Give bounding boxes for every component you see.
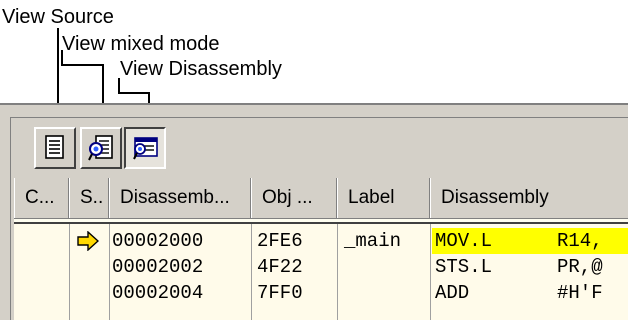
program-counter-arrow-icon	[77, 231, 99, 251]
column-divider	[69, 224, 70, 320]
row-object-code[interactable]: 2FE6	[257, 228, 303, 254]
row-mnemonic[interactable]: MOV.L	[435, 228, 492, 254]
view-mixed-mode-leader-bar	[61, 64, 104, 66]
view-disassembly-callout: View Disassembly	[120, 58, 282, 80]
row-address[interactable]: 00002002	[112, 254, 203, 280]
mixed-mode-icon	[88, 135, 113, 161]
column-header-object[interactable]: Obj ...	[251, 178, 337, 218]
source-document-icon	[45, 135, 64, 159]
column-divider	[251, 224, 252, 320]
column-divider	[430, 224, 431, 320]
row-object-code[interactable]: 7FF0	[257, 280, 303, 306]
table-body: 00002000 2FE6 _main MOV.L R14, 00002002 …	[14, 222, 628, 320]
view-source-callout: View Source	[2, 6, 114, 28]
view-disassembly-button[interactable]	[124, 127, 166, 169]
column-divider	[337, 224, 338, 320]
row-label[interactable]: _main	[344, 228, 401, 254]
row-mnemonic[interactable]: STS.L	[435, 254, 492, 280]
row-object-code[interactable]: 4F22	[257, 254, 303, 280]
view-mixed-mode-callout: View mixed mode	[62, 33, 220, 55]
table-header: C... S.. Disassemb... Obj ... Label Disa…	[14, 178, 628, 219]
column-divider	[109, 224, 110, 320]
view-mixed-mode-button[interactable]	[80, 127, 122, 169]
row-operands[interactable]: PR,@	[557, 254, 603, 280]
view-source-button[interactable]	[34, 127, 76, 169]
column-header-s[interactable]: S..	[69, 178, 109, 218]
column-header-disassembly[interactable]: Disassembly	[430, 178, 628, 218]
column-header-c[interactable]: C...	[14, 178, 69, 218]
view-disassembly-leader-bar	[118, 92, 150, 94]
row-operands[interactable]: #H'F	[557, 280, 603, 306]
view-toolbar	[20, 127, 208, 175]
row-mnemonic[interactable]: ADD	[435, 280, 469, 306]
disassembly-table: C... S.. Disassemb... Obj ... Label Disa…	[14, 178, 628, 320]
row-address[interactable]: 00002000	[112, 228, 203, 254]
column-header-disassembly-address[interactable]: Disassemb...	[109, 178, 251, 218]
row-operands[interactable]: R14,	[557, 228, 603, 254]
column-header-label[interactable]: Label	[337, 178, 430, 218]
row-address[interactable]: 00002004	[112, 280, 203, 306]
disassembly-icon	[133, 137, 158, 160]
